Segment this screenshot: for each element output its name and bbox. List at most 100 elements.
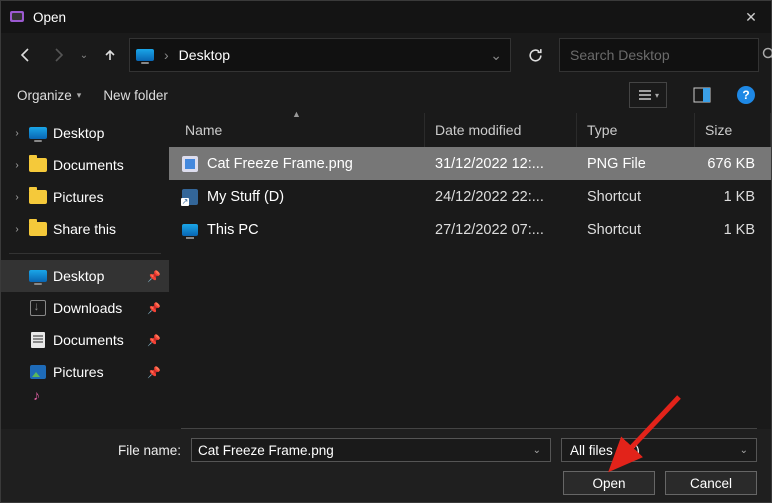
pin-icon: 📌	[147, 366, 161, 379]
open-button[interactable]: Open	[563, 471, 655, 495]
pin-icon: 📌	[147, 270, 161, 283]
folder-icon	[29, 331, 47, 349]
chevron-right-icon[interactable]: ›	[11, 128, 23, 139]
filetype-filter[interactable]: All files (*.*) ⌄	[561, 438, 757, 462]
file-name: My Stuff (D)	[207, 189, 284, 205]
filetype-filter-label: All files (*.*)	[570, 443, 740, 458]
column-type[interactable]: Type	[577, 113, 695, 147]
tree-item-label: Share this	[53, 221, 116, 237]
file-row[interactable]: My Stuff (D) 24/12/2022 22:...Shortcut1 K…	[169, 180, 771, 213]
tree-item-share-this[interactable]: › Share this	[1, 213, 169, 245]
titlebar: Open ✕	[1, 1, 771, 33]
quick-item-documents[interactable]: Documents 📌	[1, 324, 169, 356]
refresh-button[interactable]	[517, 38, 553, 72]
file-size: 1 KB	[695, 222, 771, 238]
toolbar: Organize ▾ New folder ▾ ?	[1, 77, 771, 113]
search-box[interactable]	[559, 38, 759, 72]
quick-item-music[interactable]: ♪	[1, 388, 169, 402]
filename-dropdown[interactable]: ⌄	[530, 445, 544, 456]
tree-item-label: Pictures	[53, 189, 104, 205]
back-button[interactable]	[13, 41, 39, 69]
file-type: Shortcut	[577, 189, 695, 205]
forward-button[interactable]	[45, 41, 71, 69]
chevron-down-icon: ▾	[77, 90, 82, 101]
tree-item-desktop[interactable]: › Desktop	[1, 117, 169, 149]
tree-item-label: Pictures	[53, 364, 104, 380]
address-location: Desktop	[179, 47, 230, 63]
file-type: Shortcut	[577, 222, 695, 238]
app-icon	[9, 9, 25, 25]
tree-item-label: Desktop	[53, 125, 104, 141]
file-name: This PC	[207, 222, 259, 238]
music-icon: ♪	[29, 388, 44, 402]
view-mode-button[interactable]: ▾	[629, 82, 667, 108]
file-pane: ▲ Name Date modified Type Size Cat Freez…	[169, 113, 771, 429]
search-input[interactable]	[570, 47, 751, 63]
organize-label: Organize	[17, 88, 72, 103]
folder-icon	[29, 156, 47, 174]
file-date: 24/12/2022 22:...	[425, 189, 577, 205]
pin-icon: 📌	[147, 334, 161, 347]
tree-item-label: Desktop	[53, 268, 104, 284]
sidebar: › Desktop › Documents › Pictures › Share this D…	[1, 113, 169, 429]
list-divider	[181, 428, 757, 429]
chevron-right-icon[interactable]: ›	[11, 224, 23, 235]
column-name[interactable]: ▲ Name	[169, 113, 425, 147]
filename-input[interactable]	[198, 443, 530, 458]
folder-icon	[29, 363, 47, 381]
recent-locations-dropdown[interactable]: ⌄	[77, 50, 91, 61]
filename-label: File name:	[15, 443, 181, 458]
chevron-right-icon[interactable]: ›	[11, 160, 23, 171]
pin-icon: 📌	[147, 302, 161, 315]
tree-item-label: Downloads	[53, 300, 122, 316]
quick-item-pictures[interactable]: Pictures 📌	[1, 356, 169, 388]
sort-indicator-icon: ▲	[292, 109, 301, 119]
file-size: 1 KB	[695, 189, 771, 205]
folder-icon	[29, 124, 47, 142]
column-headers: ▲ Name Date modified Type Size	[169, 113, 771, 147]
tree-item-label: Documents	[53, 332, 124, 348]
chevron-right-icon[interactable]: ›	[162, 43, 171, 67]
file-size: 676 KB	[695, 156, 771, 172]
cancel-button[interactable]: Cancel	[665, 471, 757, 495]
file-icon	[181, 155, 199, 173]
column-date[interactable]: Date modified	[425, 113, 577, 147]
file-icon	[181, 221, 199, 239]
organize-button[interactable]: Organize ▾	[17, 88, 81, 103]
window-title: Open	[33, 10, 739, 25]
column-size[interactable]: Size	[695, 113, 771, 147]
nav-row: ⌄ › Desktop ⌄	[1, 33, 771, 77]
address-dropdown[interactable]: ⌄	[488, 43, 504, 68]
quick-item-downloads[interactable]: Downloads 📌	[1, 292, 169, 324]
tree-item-label: Documents	[53, 157, 124, 173]
quick-item-desktop[interactable]: Desktop 📌	[1, 260, 169, 292]
file-row[interactable]: This PC 27/12/2022 07:...Shortcut1 KB	[169, 213, 771, 246]
column-name-label: Name	[185, 122, 222, 138]
chevron-right-icon[interactable]: ›	[11, 192, 23, 203]
folder-icon	[29, 267, 47, 285]
tree-separator	[9, 253, 161, 254]
chevron-down-icon: ⌄	[740, 445, 748, 456]
search-icon[interactable]	[761, 46, 772, 65]
tree-item-pictures[interactable]: › Pictures	[1, 181, 169, 213]
file-icon	[181, 188, 199, 206]
file-type: PNG File	[577, 156, 695, 172]
file-date: 31/12/2022 12:...	[425, 156, 577, 172]
file-date: 27/12/2022 07:...	[425, 222, 577, 238]
file-list: Cat Freeze Frame.png 31/12/2022 12:...PNG…	[169, 147, 771, 429]
filename-field[interactable]: ⌄	[191, 438, 551, 462]
preview-pane-button[interactable]	[689, 82, 715, 108]
new-folder-button[interactable]: New folder	[103, 88, 168, 103]
folder-icon	[29, 220, 47, 238]
up-button[interactable]	[97, 41, 123, 69]
file-row[interactable]: Cat Freeze Frame.png 31/12/2022 12:...PNG…	[169, 147, 771, 180]
file-name: Cat Freeze Frame.png	[207, 156, 353, 172]
address-bar[interactable]: › Desktop ⌄	[129, 38, 511, 72]
tree-item-documents[interactable]: › Documents	[1, 149, 169, 181]
help-button[interactable]: ?	[737, 86, 755, 104]
desktop-icon	[136, 46, 154, 64]
folder-icon	[29, 188, 47, 206]
bottom-panel: File name: ⌄ All files (*.*) ⌄ Open Canc…	[1, 429, 771, 502]
close-button[interactable]: ✕	[739, 9, 763, 26]
folder-icon	[29, 299, 47, 317]
